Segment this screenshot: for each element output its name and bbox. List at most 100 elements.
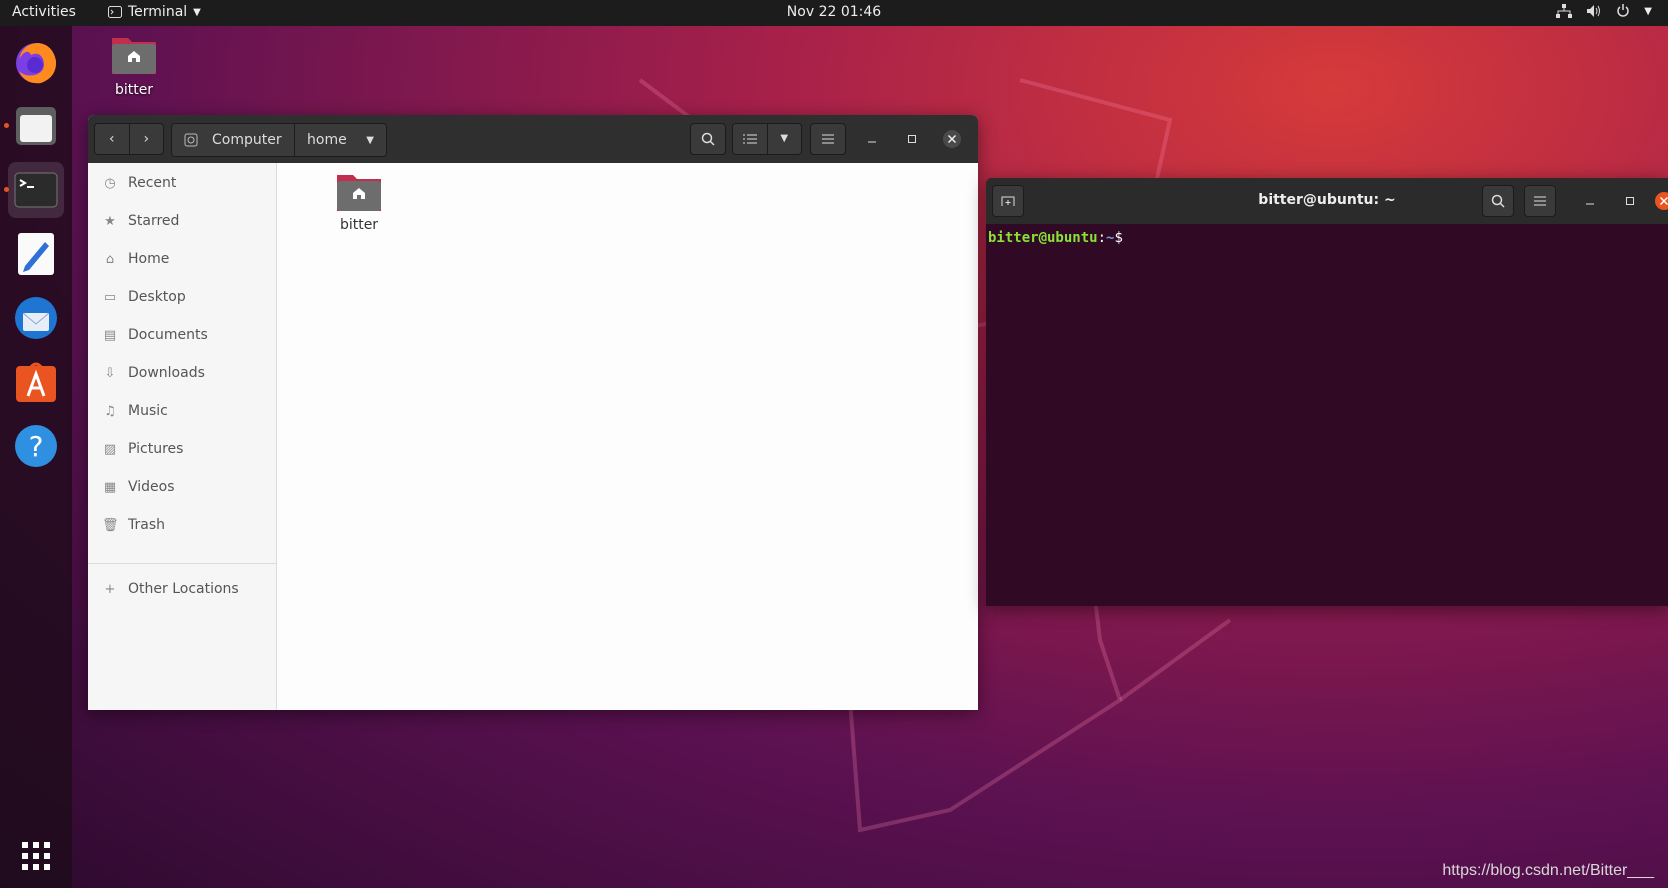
- activities-button[interactable]: Activities: [12, 4, 76, 20]
- caret-down-icon: ▼: [1644, 5, 1652, 17]
- caret-down-icon: ▼: [193, 6, 201, 18]
- dock: ?: [0, 26, 72, 888]
- dock-thunderbird[interactable]: [8, 290, 64, 346]
- sidebar-item-label: Downloads: [128, 365, 205, 381]
- terminal-menu-button[interactable]: [1524, 185, 1556, 217]
- sidebar-item-pictures[interactable]: ▨ Pictures: [88, 431, 276, 467]
- hamburger-icon: [822, 134, 834, 144]
- prompt-user: bitter@ubuntu: [988, 230, 1098, 246]
- watermark: https://blog.csdn.net/Bitter___: [1442, 862, 1654, 879]
- terminal-maximize-button[interactable]: [1614, 185, 1646, 217]
- plus-icon: +: [104, 581, 116, 597]
- minimize-button[interactable]: [856, 123, 888, 155]
- view-options-button[interactable]: ▼: [768, 124, 802, 154]
- software-store-icon: [16, 362, 56, 402]
- volume-icon: [1587, 5, 1601, 17]
- search-button[interactable]: [690, 123, 726, 155]
- sidebar-item-starred[interactable]: ★ Starred: [88, 203, 276, 239]
- top-bar: Activities Terminal ▼ Nov 22 01:46 ▼: [0, 0, 1668, 26]
- running-indicator: [4, 123, 9, 128]
- show-applications-button[interactable]: [8, 828, 64, 884]
- sidebar-item-downloads[interactable]: ⇩ Downloads: [88, 355, 276, 391]
- sidebar-item-label: Desktop: [128, 289, 186, 305]
- home-folder-icon: [112, 38, 156, 74]
- sidebar-item-music[interactable]: ♫ Music: [88, 393, 276, 429]
- files-sidebar: ◷ Recent ★ Starred ⌂ Home ▭ Desktop ▤ Do…: [88, 163, 277, 710]
- menu-button[interactable]: [810, 123, 846, 155]
- path-home[interactable]: home ▼: [294, 124, 386, 156]
- sidebar-item-home[interactable]: ⌂ Home: [88, 241, 276, 277]
- maximize-button[interactable]: [896, 123, 928, 155]
- path-computer-label: Computer: [212, 132, 282, 148]
- sidebar-item-label: Music: [128, 403, 168, 419]
- sidebar-item-desktop[interactable]: ▭ Desktop: [88, 279, 276, 315]
- terminal-search-button[interactable]: [1482, 185, 1514, 217]
- sidebar-item-label: Home: [128, 251, 170, 267]
- terminal-window: bitter@ubuntu: ~ bitter@ubuntu:~$: [986, 178, 1668, 606]
- prompt-symbol: $: [1114, 230, 1123, 246]
- running-indicator: [4, 187, 9, 192]
- terminal-headerbar: bitter@ubuntu: ~: [986, 178, 1668, 224]
- path-computer[interactable]: Computer: [172, 124, 294, 156]
- dock-software[interactable]: [8, 354, 64, 410]
- path-bar: Computer home ▼: [171, 123, 387, 157]
- terminal-icon: [108, 6, 122, 18]
- app-menu[interactable]: Terminal ▼: [108, 4, 201, 20]
- files-icon: [16, 107, 56, 145]
- sidebar-divider: [88, 563, 276, 564]
- clock-icon: ◷: [104, 175, 116, 191]
- terminal-minimize-button[interactable]: [1574, 185, 1606, 217]
- disk-icon: [184, 133, 198, 147]
- forward-button[interactable]: ›: [130, 124, 164, 154]
- dock-firefox[interactable]: [8, 34, 64, 90]
- sidebar-item-label: Recent: [128, 175, 177, 191]
- list-icon: [742, 134, 757, 144]
- power-icon: [1617, 4, 1629, 17]
- trash-icon: 🗑: [102, 517, 119, 533]
- close-icon: [1655, 192, 1668, 210]
- prompt-separator: :: [1097, 230, 1107, 246]
- desktop-home-label: bitter: [114, 82, 154, 98]
- dock-files[interactable]: [8, 98, 64, 154]
- list-view-button[interactable]: [733, 124, 768, 154]
- text-editor-icon: [18, 233, 54, 275]
- back-button[interactable]: ‹: [95, 124, 130, 154]
- close-icon: [943, 130, 961, 148]
- files-headerbar: ‹ › Computer home ▼ ▼: [88, 115, 978, 163]
- terminal-close-button[interactable]: [1648, 185, 1668, 217]
- clock[interactable]: Nov 22 01:46: [787, 4, 881, 20]
- dock-help[interactable]: ?: [8, 418, 64, 474]
- sidebar-item-trash[interactable]: 🗑 Trash: [88, 507, 276, 543]
- sidebar-item-documents[interactable]: ▤ Documents: [88, 317, 276, 353]
- hamburger-icon: [1534, 196, 1546, 206]
- folder-item[interactable]: bitter: [327, 171, 391, 233]
- sidebar-item-other-locations[interactable]: + Other Locations: [88, 571, 276, 607]
- sidebar-item-label: Starred: [128, 213, 180, 229]
- files-content[interactable]: bitter: [277, 163, 978, 710]
- home-icon: ⌂: [105, 251, 115, 267]
- sidebar-item-label: Other Locations: [128, 581, 239, 597]
- files-window: ‹ › Computer home ▼ ▼ ◷ Recent ★ Starred…: [88, 115, 978, 710]
- desktop-icon: ▭: [103, 289, 117, 305]
- sidebar-item-label: Trash: [128, 517, 165, 533]
- minimize-icon: [868, 141, 876, 143]
- nav-buttons: ‹ ›: [94, 123, 164, 155]
- terminal-title: bitter@ubuntu: ~: [1258, 192, 1396, 208]
- app-grid-icon: [22, 842, 50, 870]
- maximize-icon: [1626, 197, 1634, 205]
- maximize-icon: [908, 135, 916, 143]
- search-icon: [701, 132, 715, 146]
- terminal-app-icon: [14, 172, 58, 208]
- sidebar-item-label: Videos: [128, 479, 175, 495]
- sidebar-item-videos[interactable]: ▦ Videos: [88, 469, 276, 505]
- close-button[interactable]: [936, 123, 968, 155]
- terminal-output[interactable]: bitter@ubuntu:~$: [986, 224, 1668, 252]
- video-icon: ▦: [103, 479, 117, 495]
- sidebar-item-recent[interactable]: ◷ Recent: [88, 165, 276, 201]
- caret-down-icon: ▼: [366, 134, 374, 146]
- dock-terminal[interactable]: [8, 162, 64, 218]
- system-tray[interactable]: ▼: [1556, 4, 1652, 18]
- dock-text-editor[interactable]: [8, 226, 64, 282]
- folder-label: bitter: [339, 217, 379, 233]
- desktop-home-folder[interactable]: bitter: [104, 34, 164, 98]
